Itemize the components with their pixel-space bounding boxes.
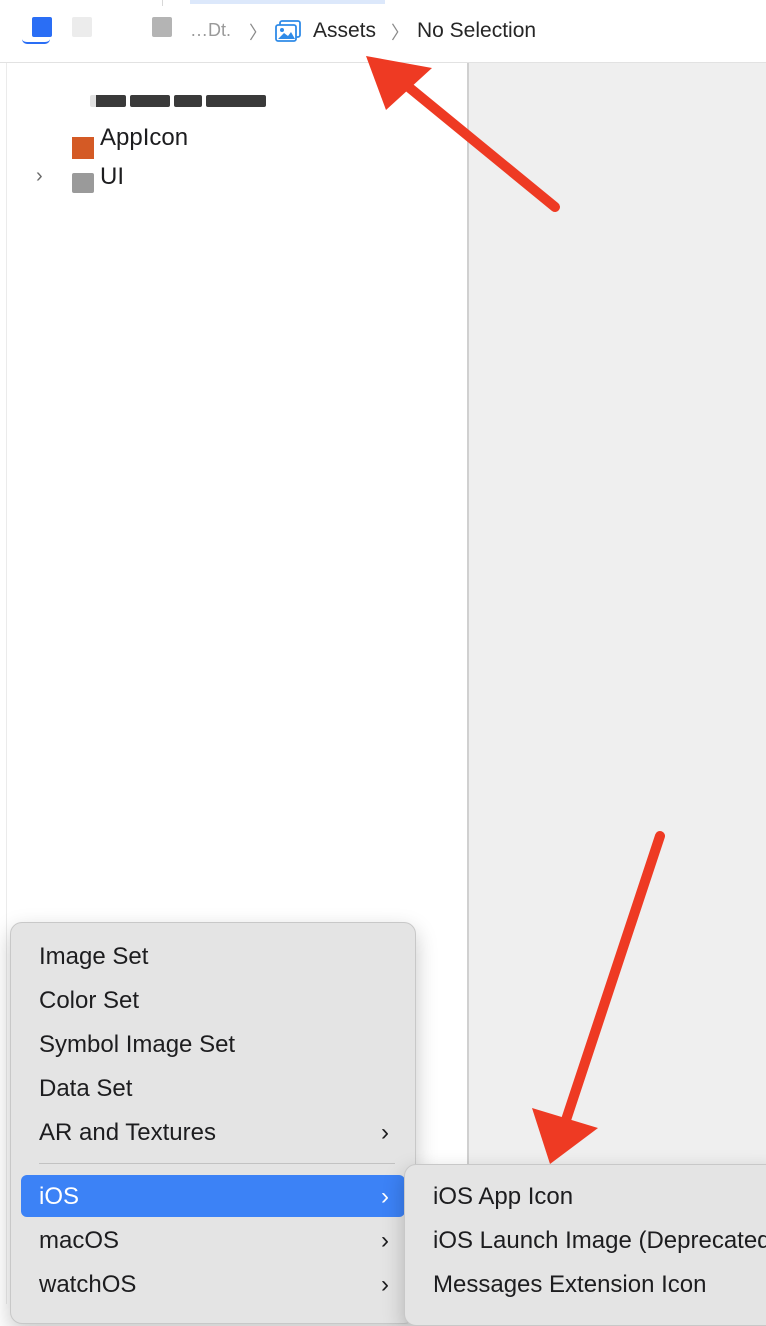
disclosure-chevron-icon[interactable]: › bbox=[36, 165, 43, 188]
menu-item-symbol-image-set[interactable]: Symbol Image Set bbox=[21, 1023, 405, 1065]
menu-separator bbox=[39, 1163, 395, 1164]
menu-item-label: Data Set bbox=[39, 1075, 133, 1102]
breadcrumb-assets[interactable]: Assets bbox=[313, 19, 376, 43]
project-icon[interactable] bbox=[22, 17, 52, 44]
menu-item-label: watchOS bbox=[39, 1271, 137, 1298]
submenu-arrow-icon: › bbox=[381, 1119, 389, 1146]
menu-item-label: iOS bbox=[39, 1183, 80, 1210]
breadcrumb-selection[interactable]: No Selection bbox=[417, 19, 536, 43]
navigator-item-label: AppIcon bbox=[100, 124, 189, 151]
add-asset-context-menu: Image Set Color Set Symbol Image Set Dat… bbox=[10, 922, 416, 1324]
submenu-arrow-icon: › bbox=[381, 1227, 389, 1254]
breadcrumb-truncated[interactable]: …Dt. bbox=[190, 20, 242, 42]
submenu-arrow-icon: › bbox=[381, 1183, 389, 1210]
jump-bar: …Dt. 〉 Assets 〉 No Selection bbox=[0, 0, 766, 63]
menu-item-ar-and-textures[interactable]: AR and Textures › bbox=[21, 1111, 405, 1153]
submenu-item-ios-app-icon[interactable]: iOS App Icon bbox=[415, 1175, 766, 1217]
menu-item-ios[interactable]: iOS › bbox=[21, 1175, 405, 1217]
submenu-item-label: Messages Extension Icon bbox=[433, 1271, 707, 1298]
breadcrumb-separator: 〉 bbox=[391, 23, 409, 43]
ios-submenu: iOS App Icon iOS Launch Image (Deprecate… bbox=[404, 1164, 766, 1326]
submenu-item-label: iOS Launch Image (Deprecated) bbox=[433, 1227, 766, 1254]
menu-item-label: AR and Textures bbox=[39, 1119, 216, 1146]
menu-item-data-set[interactable]: Data Set bbox=[21, 1067, 405, 1109]
redacted-block bbox=[72, 17, 92, 37]
menu-item-label: Image Set bbox=[39, 943, 149, 970]
menu-item-label: Color Set bbox=[39, 987, 140, 1014]
asset-catalog-icon bbox=[275, 20, 301, 42]
submenu-item-messages-extension-icon[interactable]: Messages Extension Icon bbox=[415, 1263, 766, 1305]
submenu-item-label: iOS App Icon bbox=[433, 1183, 574, 1210]
menu-item-image-set[interactable]: Image Set bbox=[21, 935, 405, 977]
menu-item-label: macOS bbox=[39, 1227, 120, 1254]
menu-item-macos[interactable]: macOS › bbox=[21, 1219, 405, 1261]
tab-divider bbox=[162, 0, 163, 6]
menu-item-color-set[interactable]: Color Set bbox=[21, 979, 405, 1021]
submenu-item-ios-launch-image[interactable]: iOS Launch Image (Deprecated) bbox=[415, 1219, 766, 1261]
redacted-block bbox=[152, 17, 172, 37]
redacted-asset-row bbox=[90, 94, 270, 108]
menu-item-label: Symbol Image Set bbox=[39, 1031, 236, 1058]
menu-item-watchos[interactable]: watchOS › bbox=[21, 1263, 405, 1305]
appicon-icon bbox=[72, 137, 94, 159]
breadcrumb-separator: 〉 bbox=[249, 23, 267, 43]
navigator-item-label: UI bbox=[100, 163, 124, 190]
asset-detail-area bbox=[469, 63, 766, 1304]
folder-icon bbox=[72, 173, 94, 193]
navigator-edge bbox=[6, 63, 7, 1304]
active-tab-indicator bbox=[190, 0, 385, 4]
submenu-arrow-icon: › bbox=[381, 1271, 389, 1298]
